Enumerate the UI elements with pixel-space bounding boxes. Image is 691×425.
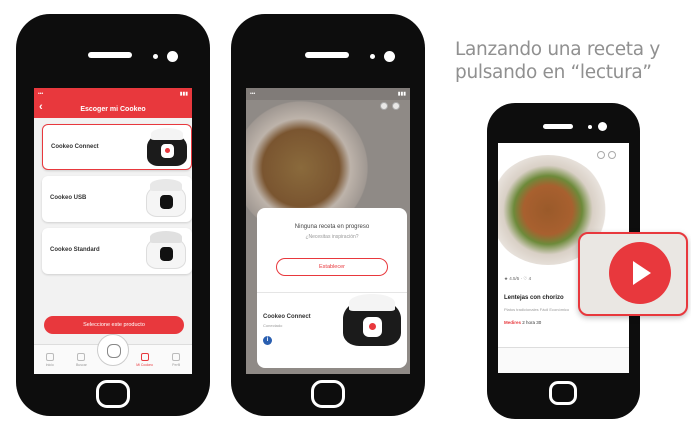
device-name: Cookeo Connect (263, 314, 311, 320)
dialog-action-button[interactable]: Establecer (276, 258, 388, 276)
screen: ••• ▮▮▮ ‹ Escoger mi Cookeo Cookeo Connec… (34, 88, 192, 374)
video-card[interactable] (578, 232, 688, 316)
duration-value: 2 hora 30 (522, 320, 542, 325)
product-card-usb[interactable]: Cookeo USB (42, 176, 192, 222)
cooker-icon (140, 352, 149, 361)
recipe-title: Lentejas con chorizo (504, 295, 564, 301)
sensor (153, 54, 158, 59)
info-icon[interactable]: i (263, 336, 272, 345)
recipe-duration: Medires 2 hora 30 (504, 320, 541, 325)
product-card-standard[interactable]: Cookeo Standard (42, 228, 192, 274)
recipe-tags: Platos tradicionales Fácil Económico (504, 307, 570, 312)
speaker (88, 52, 132, 58)
home-icon (45, 352, 54, 361)
status-bar: ••• ▮▮▮ (34, 88, 192, 100)
caption-line-2: pulsando en “lectura” (455, 62, 652, 83)
cooker-black-image (343, 294, 401, 352)
select-product-button[interactable]: Seleccione este producto (44, 316, 184, 334)
cooker-white-image (146, 179, 186, 219)
home-button[interactable] (311, 380, 345, 408)
share-icon[interactable] (608, 151, 616, 159)
status-bar: ••• ▮▮▮ (246, 88, 410, 100)
cooker-black-image (147, 128, 187, 168)
tab-bar (498, 347, 629, 373)
tab-profile[interactable]: Perfil (165, 352, 187, 367)
center-cooker-button[interactable] (97, 334, 129, 366)
recipe-rating: ★ 4.5/5 · ♡ 4 (504, 276, 532, 281)
dialog-subtitle: ¿Necesitas inspiración? (305, 234, 359, 240)
product-card-connect[interactable]: Cookeo Connect (42, 124, 192, 170)
favorite-icon[interactable] (380, 102, 388, 110)
recipe-dialog: Ninguna receta en progreso ¿Necesitas in… (257, 208, 407, 368)
back-arrow-icon[interactable]: ‹ (39, 101, 43, 113)
divider (257, 292, 407, 293)
camera (167, 51, 178, 62)
caption-line-1: Lanzando una receta y (455, 39, 661, 60)
dialog-title: Ninguna receta en progreso (294, 224, 370, 230)
home-button[interactable] (96, 380, 130, 408)
screen: ••• ▮▮▮ Ninguna receta en progreso ¿Neces… (246, 88, 410, 374)
tab-my-cookeo[interactable]: Mi Cookeo (134, 352, 156, 367)
favorite-icon[interactable] (597, 151, 605, 159)
phone-no-recipe-dialog: ••• ▮▮▮ Ninguna receta en progreso ¿Neces… (231, 14, 425, 416)
product-label: Cookeo USB (50, 195, 87, 201)
sensor (370, 54, 375, 59)
share-icon[interactable] (392, 102, 400, 110)
product-label: Cookeo Connect (51, 144, 99, 150)
product-label: Cookeo Standard (50, 247, 100, 253)
caption: Lanzando una receta y pulsando en “lectu… (455, 38, 685, 84)
cooker-standard-image (146, 231, 186, 271)
camera (384, 51, 395, 62)
home-button[interactable] (549, 381, 577, 405)
camera (598, 122, 607, 131)
device-status: Conectado (263, 323, 283, 328)
phone-product-select: ••• ▮▮▮ ‹ Escoger mi Cookeo Cookeo Connec… (16, 14, 210, 416)
speaker (543, 124, 573, 129)
navigation-bar: ‹ Escoger mi Cookeo (34, 100, 192, 118)
search-icon (77, 352, 86, 361)
play-icon[interactable] (609, 242, 671, 304)
tab-search[interactable]: Buscar (70, 352, 92, 367)
duration-label: Medires (504, 320, 522, 325)
tab-home[interactable]: Inicio (39, 352, 61, 367)
speaker (305, 52, 349, 58)
sensor (588, 125, 592, 129)
user-icon (172, 352, 181, 361)
page-title: Escoger mi Cookeo (80, 105, 146, 113)
